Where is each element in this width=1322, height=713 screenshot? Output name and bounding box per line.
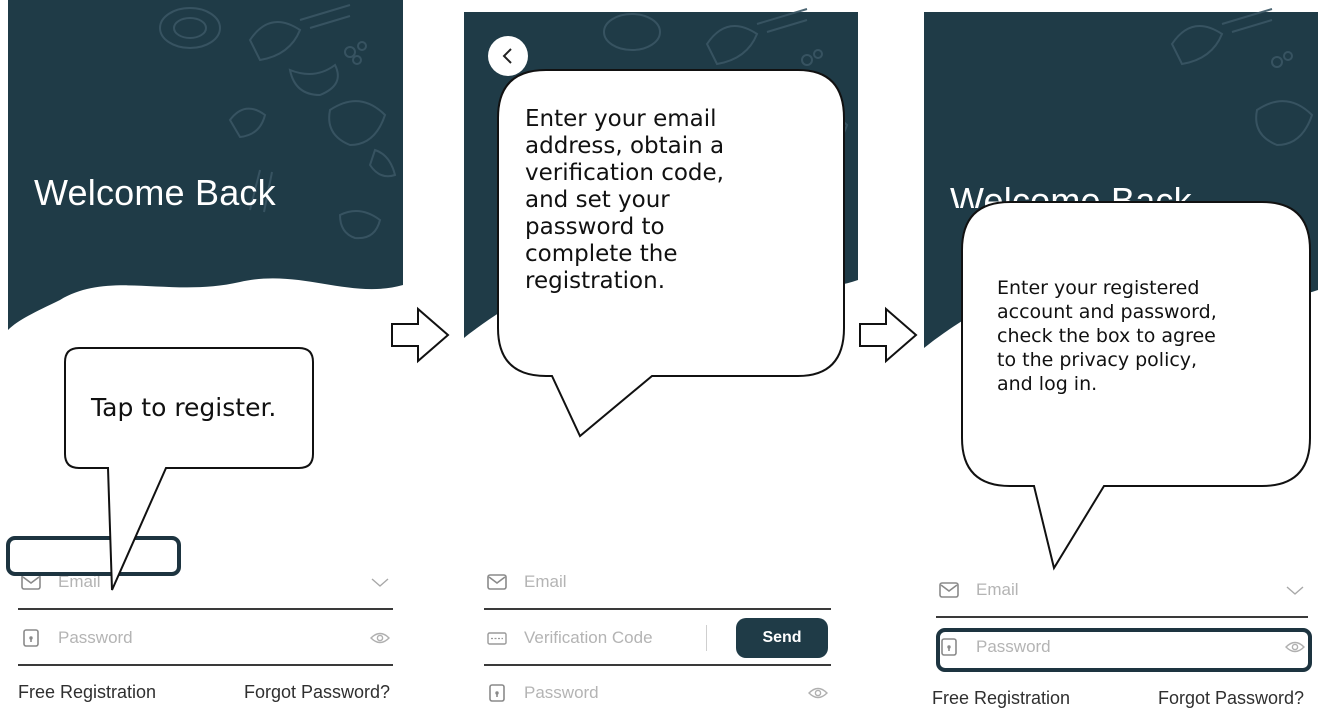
login-screen-panel: Welcome Back Email Password Free Registr… [0,0,405,713]
callout-text: Enter your email address, obtain a verif… [525,106,825,295]
callout-line: account and password, [997,301,1217,323]
right-arrow-icon [859,306,918,364]
callout-line: password to [525,214,665,240]
callout-line: and set your [525,187,670,213]
callout-bubble [64,347,314,591]
register-screen-panel: Email Verification Code Send Password En… [462,0,862,713]
callout-line: Enter your email [525,106,717,132]
callout-text: Enter your registered account and passwo… [997,276,1307,396]
callout-line: registration. [525,268,666,294]
right-arrow-icon [391,306,450,364]
callout-line: to the privacy policy, [997,349,1198,371]
callout-line: check the box to agree [997,325,1216,347]
callout-line: Enter your registered [997,277,1200,299]
callout-line: and log in. [997,373,1098,395]
callout-line: address, obtain a [525,133,725,159]
callout-line: verification code, [525,160,724,186]
callout-text: Tap to register. [91,393,277,422]
login-screen-panel-2: Welcome Back Email Password Free Registr… [922,0,1322,713]
callout-line: complete the [525,241,678,267]
